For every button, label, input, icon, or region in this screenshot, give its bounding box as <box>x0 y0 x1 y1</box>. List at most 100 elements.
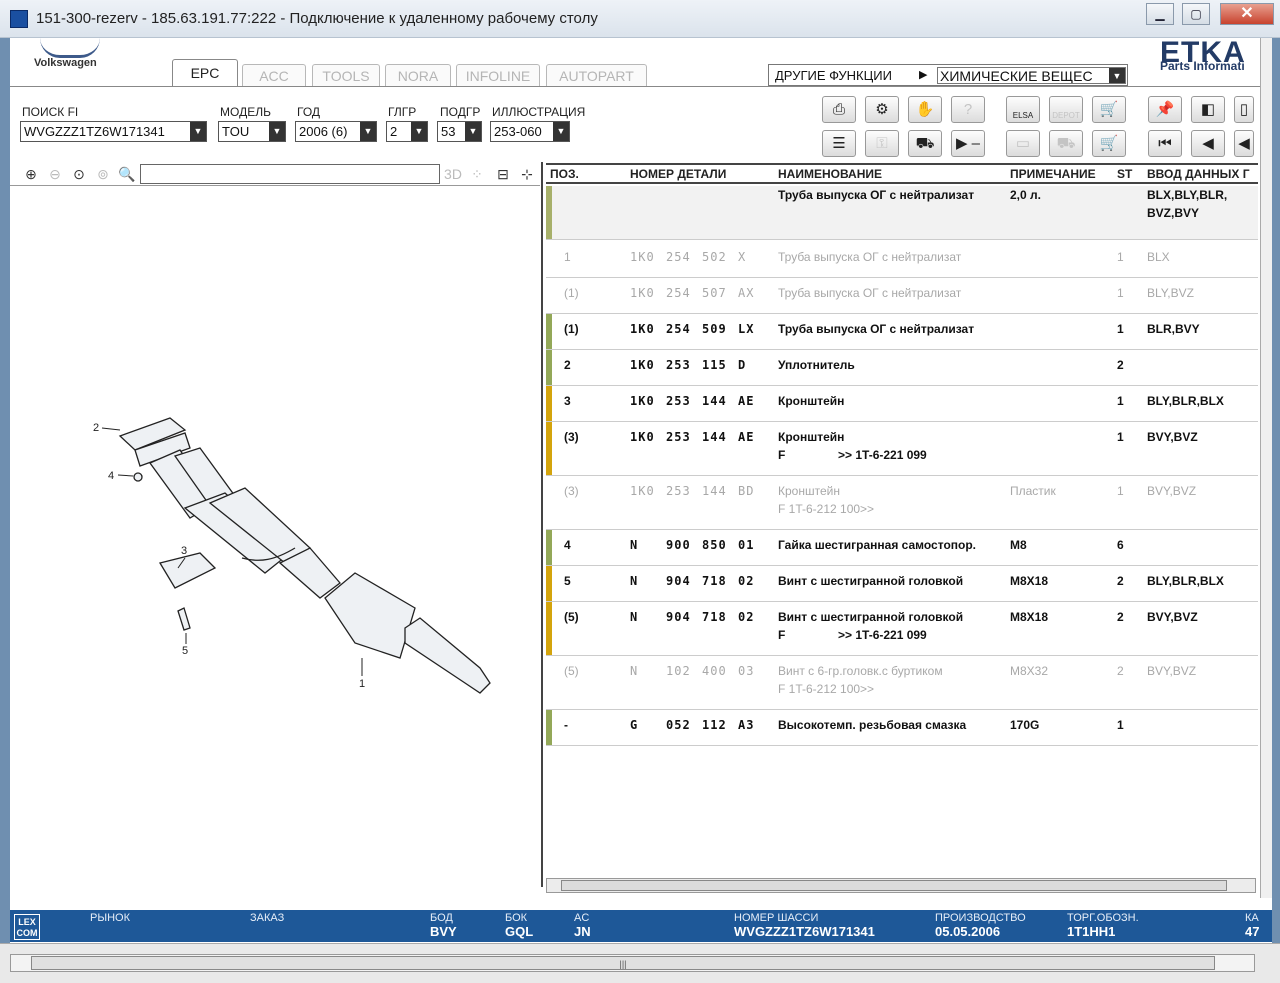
chevron-down-icon[interactable]: ▼ <box>411 122 427 141</box>
zoom-in-icon[interactable]: ⊕ <box>20 164 42 184</box>
chevron-down-icon[interactable]: ▼ <box>269 122 285 141</box>
app-vscrollbar[interactable] <box>1260 38 1272 898</box>
prev-page-icon[interactable]: ◀ <box>1191 130 1225 157</box>
col-part-number[interactable]: НОМЕР ДЕТАЛИ <box>630 167 726 181</box>
cell-note: M8X32 <box>1010 664 1049 678</box>
table-row[interactable]: (1) 1K0 254 509 LX Труба выпуска ОГ с нейтрал… <box>546 314 1258 350</box>
table-row[interactable]: 2 1K0 253 115 D Уплотнитель 2 <box>546 350 1258 386</box>
col-name[interactable]: НАИМЕНОВАНИЕ <box>778 167 882 181</box>
col-note[interactable]: ПРИМЕЧАНИЕ <box>1010 167 1096 181</box>
chevron-down-icon[interactable]: ▼ <box>1109 68 1125 83</box>
cell-part-index: A3 <box>738 718 755 732</box>
row-marker <box>546 566 552 601</box>
page-back-icon[interactable]: ◧ <box>1191 96 1225 123</box>
key-icon[interactable]: ⚿ <box>865 130 899 157</box>
table-row[interactable]: 5 N 904 718 02 Винт с шестигранной головкой M8… <box>546 566 1258 602</box>
cell-part-main: 102 <box>666 664 691 678</box>
table-row[interactable]: (3) 1K0 253 144 BD Кронштейн F 1T-6-212 100>> П… <box>546 476 1258 530</box>
print-icon[interactable]: ⎙ <box>822 96 856 123</box>
table-row-header-assembly[interactable]: Труба выпуска ОГ с нейтрализат 2,0 л. BLX,… <box>546 186 1258 240</box>
cell-name: Кронштейн <box>778 394 845 408</box>
split-icon[interactable]: ⊹ <box>516 164 538 184</box>
list-icon[interactable]: ☰ <box>822 130 856 157</box>
document-icon[interactable]: ▯ <box>1234 96 1254 123</box>
tab-autopart[interactable]: AUTOPART <box>546 64 647 86</box>
help-icon[interactable]: ? <box>951 96 985 123</box>
handshake-icon[interactable]: ✋ <box>908 96 942 123</box>
rdp-hscrollbar[interactable]: ||| <box>10 954 1255 972</box>
cell-part-suffix: 144 <box>702 430 727 444</box>
table-row[interactable]: 1 1K0 254 502 X Труба выпуска ОГ с нейтрализа… <box>546 242 1258 278</box>
depot-icon[interactable]: DEPOT <box>1049 96 1083 123</box>
vw-brand: Volkswagen <box>34 57 97 69</box>
chevron-down-icon[interactable]: ▼ <box>190 122 206 141</box>
cart-icon[interactable]: 🛒 <box>1092 130 1126 157</box>
other-functions[interactable]: ДРУГИЕ ФУНКЦИИ ▶ ХИМИЧЕСКИЕ ВЕЩЕС ▼ <box>768 64 1128 86</box>
col-st[interactable]: ST <box>1117 167 1132 181</box>
grid-hscroll-thumb[interactable] <box>561 880 1227 891</box>
search-icon[interactable]: 🔍 <box>116 164 138 184</box>
zoom-fit-icon[interactable]: ⊙ <box>68 164 90 184</box>
minimize-button[interactable]: ▁ <box>1146 3 1174 25</box>
table-row[interactable]: - G 052 112 A3 Высокотемп. резьбовая смазка 17… <box>546 710 1258 746</box>
cell-input: BLY,BLR,BLX <box>1147 574 1224 588</box>
search-label: ПОИСК FI <box>22 105 79 119</box>
table-row[interactable]: (5) N 904 718 02 Винт с шестигранной головкой… <box>546 602 1258 656</box>
production-value: 05.05.2006 <box>935 924 1001 939</box>
elsa-icon[interactable]: ELSA <box>1006 96 1040 123</box>
3d-icon[interactable]: 3D <box>442 164 464 184</box>
chevron-down-icon[interactable]: ▼ <box>465 122 481 141</box>
subgroup-select[interactable]: 53 ▼ <box>437 121 482 142</box>
zoom-out-icon[interactable]: ⊖ <box>44 164 66 184</box>
play-minus-icon[interactable]: ▶ – <box>951 130 985 157</box>
chevron-down-icon[interactable]: ▼ <box>360 122 376 141</box>
tab-infoline[interactable]: INFOLINE <box>456 64 540 86</box>
other-functions-select[interactable]: ХИМИЧЕСКИЕ ВЕЩЕС ▼ <box>937 67 1126 84</box>
table-row[interactable]: 4 N 900 850 01 Гайка шестигранная самостопор.… <box>546 530 1258 566</box>
person-car-icon[interactable]: ⛟ <box>1049 130 1083 157</box>
cell-part-prefix: N <box>630 664 639 678</box>
ka-label: КА <box>1245 912 1259 924</box>
computer-icon[interactable]: ▭ <box>1006 130 1040 157</box>
close-button[interactable]: ✕ <box>1220 3 1274 25</box>
cell-part-index: D <box>738 358 747 372</box>
table-row[interactable]: (5) N 102 400 03 Винт с 6-гр.головк.с буртико… <box>546 656 1258 710</box>
layout-icon[interactable]: ⊟ <box>492 164 514 184</box>
grid-hscrollbar[interactable] <box>546 878 1256 893</box>
maximize-button[interactable]: ▢ <box>1182 3 1210 25</box>
tab-nora[interactable]: NORA <box>385 64 451 86</box>
col-pos[interactable]: ПОЗ. <box>550 167 579 181</box>
prev-icon[interactable]: ◀ <box>1234 130 1254 157</box>
cell-name: Труба выпуска ОГ с нейтрализат <box>778 250 962 264</box>
row-marker <box>546 314 552 349</box>
rdp-hscroll-thumb[interactable]: ||| <box>31 956 1215 970</box>
model-select[interactable]: TOU ▼ <box>218 121 286 142</box>
car-icon[interactable]: ⛟ <box>908 130 942 157</box>
tab-tools[interactable]: TOOLS <box>312 64 380 86</box>
illustration-select[interactable]: 253-060 ▼ <box>490 121 570 142</box>
cell-part-index: 02 <box>738 610 755 624</box>
exhaust-illustration: 2 4 3 5 1 <box>93 417 491 694</box>
chevron-down-icon[interactable]: ▼ <box>553 122 569 141</box>
table-row[interactable]: 3 1K0 253 144 AE Кронштейн 1 BLY,BLR,BLX <box>546 386 1258 422</box>
pin-icon[interactable]: 📌 <box>1148 96 1182 123</box>
assembly-name: Труба выпуска ОГ с нейтрализат <box>778 188 975 202</box>
table-row[interactable]: (3) 1K0 253 144 AE Кронштейн F >> 1T-6-221 099 1… <box>546 422 1258 476</box>
hotspot-icon[interactable]: ⁘ <box>466 164 488 184</box>
service-icon[interactable]: ⚙ <box>865 96 899 123</box>
group-select[interactable]: 2 ▼ <box>386 121 428 142</box>
search-fi-select[interactable]: WVGZZZ1TZ6W171341 ▼ <box>20 121 207 142</box>
cell-part-main: 254 <box>666 322 691 336</box>
cart-arrow-icon[interactable]: 🛒 <box>1092 96 1126 123</box>
col-input[interactable]: ВВОД ДАННЫХ Г <box>1147 167 1250 181</box>
bracket-3 <box>158 552 217 589</box>
tab-acc[interactable]: ACC <box>242 64 306 86</box>
tab-epc[interactable]: EPC <box>172 59 238 87</box>
zoom-search-input[interactable] <box>140 164 440 184</box>
first-page-icon[interactable]: ⏮ <box>1148 130 1182 157</box>
table-row[interactable]: (1) 1K0 254 507 AX Труба выпуска ОГ с нейтрал… <box>546 278 1258 314</box>
year-select[interactable]: 2006 (6) ▼ <box>295 121 377 142</box>
zoom-area-icon[interactable]: ⊚ <box>92 164 114 184</box>
callout-2: 2 <box>93 422 99 434</box>
cell-part-main: 253 <box>666 430 691 444</box>
